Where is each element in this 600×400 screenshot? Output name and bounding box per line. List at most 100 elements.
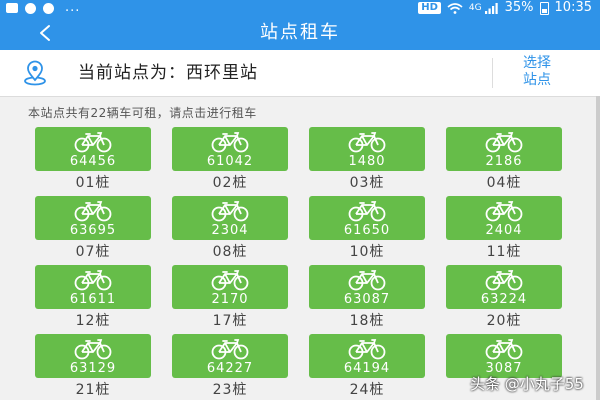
pile-cell: 1480 03桩 bbox=[309, 127, 425, 191]
pile-number-label: 24桩 bbox=[349, 382, 385, 398]
bicycle-icon bbox=[348, 338, 386, 360]
bike-tile[interactable]: 2186 bbox=[446, 127, 562, 171]
network-type: 4G bbox=[468, 3, 482, 13]
select-station-line1: 选择 bbox=[523, 55, 551, 71]
watermark: 头条 @小丸子55 bbox=[470, 375, 584, 393]
pile-cell: 63224 20桩 bbox=[446, 265, 562, 329]
wifi-icon bbox=[447, 3, 463, 14]
bicycle-icon bbox=[74, 131, 112, 153]
pile-cell: 63087 18桩 bbox=[309, 265, 425, 329]
bike-id: 2170 bbox=[211, 292, 249, 307]
pile-cell: 61611 12桩 bbox=[35, 265, 151, 329]
bike-tile[interactable]: 3087 bbox=[446, 334, 562, 378]
pile-cell: 64456 01桩 bbox=[35, 127, 151, 191]
more-notifications-dots: ... bbox=[65, 0, 81, 15]
bike-tile[interactable]: 63695 bbox=[35, 196, 151, 240]
bike-tile[interactable]: 61650 bbox=[309, 196, 425, 240]
bicycle-icon bbox=[348, 200, 386, 222]
bicycle-icon bbox=[348, 269, 386, 291]
bike-tile[interactable]: 64456 bbox=[35, 127, 151, 171]
bike-tile[interactable]: 61042 bbox=[172, 127, 288, 171]
app-header: 站点租车 bbox=[0, 16, 600, 50]
pile-cell: 2304 08桩 bbox=[172, 196, 288, 260]
pile-cell: 2404 11桩 bbox=[446, 196, 562, 260]
current-station-label: 当前站点为：西环里站 bbox=[78, 63, 258, 83]
bicycle-icon bbox=[485, 338, 523, 360]
pile-number-label: 04桩 bbox=[486, 175, 522, 191]
clock: 10:35 bbox=[554, 0, 592, 15]
pile-number-label: 17桩 bbox=[212, 313, 248, 329]
bicycle-icon bbox=[485, 269, 523, 291]
pile-number-label: 20桩 bbox=[486, 313, 522, 329]
app-screen: ... HD 4G 35% 10:35 站点租车 当前站点为：西环里站 选择 站… bbox=[0, 0, 600, 400]
station-bar: 当前站点为：西环里站 选择 站点 bbox=[0, 50, 600, 97]
location-pin-icon bbox=[24, 60, 46, 86]
pile-number-label: 08桩 bbox=[212, 244, 248, 260]
pile-number-label: 10桩 bbox=[349, 244, 385, 260]
bike-tile[interactable]: 63224 bbox=[446, 265, 562, 309]
select-station-line2: 站点 bbox=[523, 72, 551, 88]
status-right: HD 4G 35% 10:35 bbox=[418, 0, 592, 16]
available-bikes-info: 本站点共有22辆车可租，请点击进行租车 bbox=[28, 106, 257, 120]
pile-cell: 64194 24桩 bbox=[309, 334, 425, 398]
status-bar: ... HD 4G 35% 10:35 bbox=[0, 0, 600, 16]
bike-tile[interactable]: 2170 bbox=[172, 265, 288, 309]
image-notification-icon bbox=[6, 3, 18, 13]
bicycle-icon bbox=[211, 338, 249, 360]
signal-icon bbox=[484, 2, 499, 14]
bicycle-icon bbox=[211, 131, 249, 153]
pile-number-label: 12桩 bbox=[75, 313, 111, 329]
bike-id: 61042 bbox=[206, 154, 254, 169]
bike-id: 63224 bbox=[480, 292, 528, 307]
bicycle-icon bbox=[485, 131, 523, 153]
bicycle-icon bbox=[348, 131, 386, 153]
scrollbar[interactable] bbox=[596, 96, 600, 400]
select-station-button[interactable]: 选择 站点 bbox=[500, 56, 574, 90]
pile-number-label: 07桩 bbox=[75, 244, 111, 260]
bicycle-icon bbox=[74, 269, 112, 291]
pile-number-label: 21桩 bbox=[75, 382, 111, 398]
bike-id: 61611 bbox=[69, 292, 117, 307]
pile-number-label: 18桩 bbox=[349, 313, 385, 329]
bike-tile[interactable]: 2404 bbox=[446, 196, 562, 240]
bike-id: 2186 bbox=[485, 154, 523, 169]
pile-cell: 64227 23桩 bbox=[172, 334, 288, 398]
bicycle-icon bbox=[485, 200, 523, 222]
bike-tile[interactable]: 63129 bbox=[35, 334, 151, 378]
bike-tile[interactable]: 1480 bbox=[309, 127, 425, 171]
bike-id: 64456 bbox=[69, 154, 117, 169]
pile-cell: 63695 07桩 bbox=[35, 196, 151, 260]
bicycle-icon bbox=[211, 269, 249, 291]
bike-id: 63087 bbox=[343, 292, 391, 307]
bike-id: 64227 bbox=[206, 361, 254, 376]
pile-number-label: 11桩 bbox=[486, 244, 522, 260]
status-left: ... bbox=[6, 0, 80, 16]
bike-id: 2404 bbox=[485, 223, 523, 238]
bike-tile[interactable]: 2304 bbox=[172, 196, 288, 240]
bike-id: 1480 bbox=[348, 154, 386, 169]
pile-number-label: 23桩 bbox=[212, 382, 248, 398]
bike-tile[interactable]: 64227 bbox=[172, 334, 288, 378]
battery-icon bbox=[539, 1, 549, 15]
pile-number-label: 02桩 bbox=[212, 175, 248, 191]
bicycle-icon bbox=[211, 200, 249, 222]
pile-cell: 61650 10桩 bbox=[309, 196, 425, 260]
pile-cell: 2186 04桩 bbox=[446, 127, 562, 191]
bicycle-icon bbox=[74, 338, 112, 360]
lock-notification-icon bbox=[25, 2, 36, 14]
bike-id: 2304 bbox=[211, 223, 249, 238]
bike-tile[interactable]: 61611 bbox=[35, 265, 151, 309]
bike-pile-grid: 64456 01桩 61042 02桩 1480 03桩 2186 04桩 63695 07桩 23… bbox=[35, 127, 562, 398]
bike-id: 61650 bbox=[343, 223, 391, 238]
pile-cell: 63129 21桩 bbox=[35, 334, 151, 398]
pile-number-label: 01桩 bbox=[75, 175, 111, 191]
hd-badge: HD bbox=[418, 2, 441, 14]
bicycle-icon bbox=[74, 200, 112, 222]
bike-id: 64194 bbox=[343, 361, 391, 376]
bike-id: 63129 bbox=[69, 361, 117, 376]
bike-tile[interactable]: 64194 bbox=[309, 334, 425, 378]
pile-cell: 61042 02桩 bbox=[172, 127, 288, 191]
page-title: 站点租车 bbox=[260, 22, 340, 43]
lock-notification-icon-2 bbox=[43, 2, 54, 14]
bike-tile[interactable]: 63087 bbox=[309, 265, 425, 309]
